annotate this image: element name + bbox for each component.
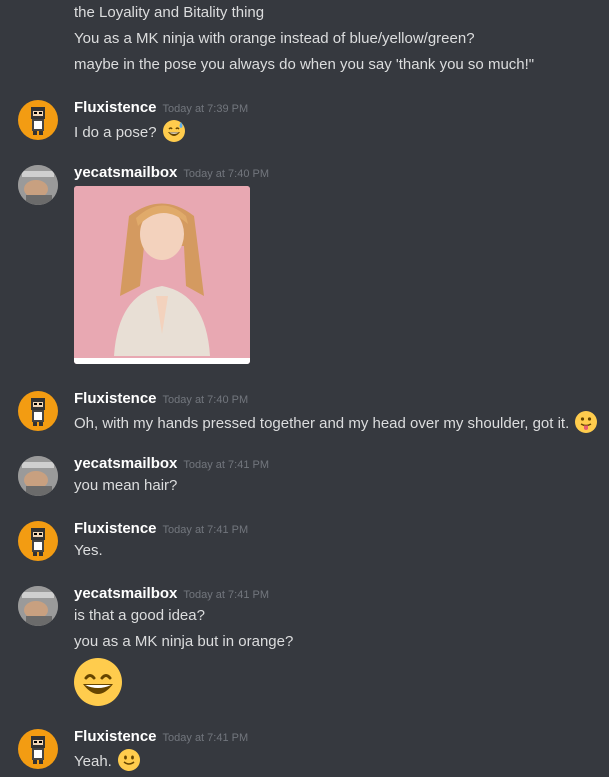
sweat-smile-emoji-icon (162, 120, 185, 142)
avatar[interactable] (18, 100, 58, 140)
girl-photo-icon (74, 186, 250, 364)
timestamp: Today at 7:41 PM (183, 589, 269, 601)
image-attachment[interactable] (74, 186, 250, 364)
avatar[interactable] (18, 391, 58, 431)
ninja-avatar-icon (31, 736, 45, 764)
username-text[interactable]: Fluxistence (74, 390, 157, 407)
slight-smile-emoji-icon (118, 749, 140, 771)
username[interactable]: Fluxistence Today at 7:41 PM (74, 519, 248, 540)
username-text[interactable]: yecatsmailbox (74, 585, 177, 602)
user-photo-avatar-icon (18, 165, 58, 205)
avatar[interactable] (18, 521, 58, 561)
tongue-out-emoji-icon (575, 411, 598, 433)
avatar[interactable] (18, 165, 58, 205)
message-text: Oh, with my hands pressed together and m… (74, 411, 598, 434)
timestamp: Today at 7:40 PM (162, 394, 249, 406)
message-text-content: Yeah. (74, 753, 112, 770)
ninja-avatar-icon (31, 528, 45, 556)
username-text[interactable]: Fluxistence (74, 520, 157, 537)
ninja-avatar-icon (31, 107, 45, 135)
username-text[interactable]: yecatsmailbox (74, 455, 177, 472)
ninja-avatar-icon (31, 398, 45, 426)
username[interactable]: yecatsmailbox Today at 7:41 PM (74, 584, 269, 605)
message-text-content: Oh, with my hands pressed together and m… (74, 415, 570, 432)
username-text[interactable]: yecatsmailbox (74, 164, 177, 181)
message-text: is that a good idea? (74, 607, 205, 624)
username[interactable]: yecatsmailbox Today at 7:40 PM (74, 163, 269, 184)
message-line: maybe in the pose you always do when you… (74, 56, 535, 73)
message-line: the Loyality and Bitality thing (74, 4, 265, 21)
username[interactable]: Fluxistence Today at 7:39 PM (74, 98, 248, 119)
user-photo-avatar-icon (18, 456, 58, 496)
timestamp: Today at 7:41 PM (183, 459, 269, 471)
message-text: you as a MK ninja but in orange? (74, 633, 294, 650)
username[interactable]: yecatsmailbox Today at 7:41 PM (74, 454, 269, 475)
avatar[interactable] (18, 456, 58, 496)
username-text[interactable]: Fluxistence (74, 99, 157, 116)
message-text: Yes. (74, 542, 103, 559)
user-photo-avatar-icon (18, 586, 58, 626)
avatar[interactable] (18, 586, 58, 626)
timestamp: Today at 7:40 PM (183, 168, 269, 180)
timestamp: Today at 7:41 PM (162, 732, 249, 744)
username-text[interactable]: Fluxistence (74, 728, 157, 745)
timestamp: Today at 7:39 PM (162, 103, 249, 115)
avatar[interactable] (18, 729, 58, 769)
grinning-emoji-icon (74, 658, 122, 706)
message-text: you mean hair? (74, 477, 178, 494)
username[interactable]: Fluxistence Today at 7:40 PM (74, 389, 248, 410)
username[interactable]: Fluxistence Today at 7:41 PM (74, 727, 248, 748)
message-text-content: I do a pose? (74, 124, 157, 141)
message-line: You as a MK ninja with orange instead of… (74, 30, 475, 47)
message-text: Yeah. (74, 749, 140, 772)
timestamp: Today at 7:41 PM (162, 524, 249, 536)
message-text: I do a pose? (74, 120, 185, 143)
